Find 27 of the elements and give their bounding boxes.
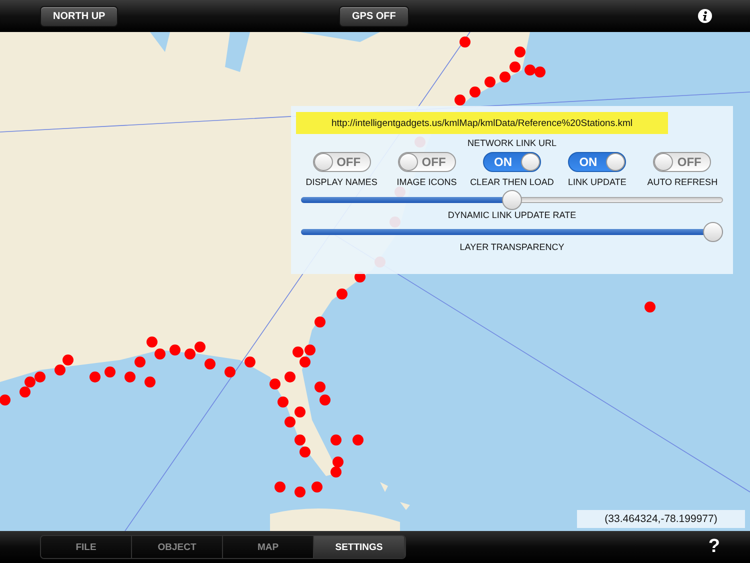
tab[interactable]: SETTINGS	[314, 536, 405, 558]
slider-track[interactable]	[301, 190, 723, 210]
toggle-label: AUTO REFRESH	[647, 177, 718, 187]
url-field[interactable]: http://intelligentgadgets.us/kmlMap/kmlData/Reference%20Stations.kml	[296, 112, 668, 134]
toggle-label: DISPLAY NAMES	[306, 177, 378, 187]
toggle-label: IMAGE ICONS	[396, 177, 457, 187]
tab[interactable]: MAP	[223, 536, 314, 558]
toggle-switch[interactable]: ON	[568, 152, 626, 172]
slider-track[interactable]	[301, 222, 723, 242]
toggle-switch[interactable]: OFF	[653, 152, 712, 172]
toggle-switch[interactable]: OFF	[398, 152, 456, 172]
slider-thumb[interactable]	[703, 222, 723, 242]
slider-thumb[interactable]	[502, 190, 522, 210]
top-bar-button[interactable]: GPS OFF	[339, 6, 409, 27]
top-bar-button[interactable]: NORTH UP	[40, 6, 118, 27]
info-icon[interactable]	[698, 9, 712, 23]
tab[interactable]: FILE	[41, 536, 132, 558]
toggle-label: CLEAR THEN LOAD	[470, 177, 554, 187]
slider-label: DYNAMIC LINK UPDATE RATE	[448, 210, 576, 220]
field-label: NETWORK LINK URL	[467, 138, 556, 148]
toggle-switch[interactable]: ON	[482, 152, 541, 172]
toggle-switch[interactable]: OFF	[312, 152, 371, 172]
toggle-label: LINK UPDATE	[568, 177, 626, 187]
coordinates-label: (33.464324,-78.199977)	[577, 510, 745, 528]
help-icon[interactable]: ?	[708, 536, 720, 558]
slider-label: LAYER TRANSPARENCY	[460, 242, 564, 252]
tab[interactable]: OBJECT	[132, 536, 223, 558]
